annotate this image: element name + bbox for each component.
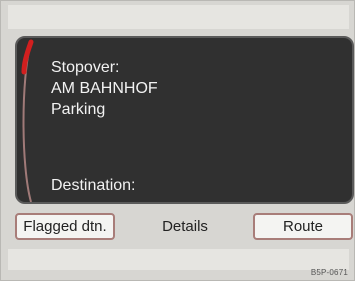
image-code: B5P-0671: [310, 268, 348, 277]
destination-info-panel: Stopover: AM BAHNHOF Parking Destination…: [15, 36, 354, 204]
stopover-type: Parking: [51, 101, 106, 118]
scroll-thumb: [21, 39, 34, 75]
scroll-indicator: [21, 39, 34, 202]
stopover-label: Stopover:: [51, 59, 120, 76]
details-button[interactable]: Details: [143, 213, 227, 240]
destination-label: Destination:: [51, 177, 136, 194]
flagged-destination-button[interactable]: Flagged dtn.: [15, 213, 115, 240]
bottom-status-bar: [8, 249, 349, 270]
route-button[interactable]: Route: [253, 213, 353, 240]
stopover-name: AM BAHNHOF: [51, 80, 158, 97]
display-frame: Stopover: AM BAHNHOF Parking Destination…: [0, 0, 355, 281]
top-status-bar: [8, 5, 349, 29]
scroll-track: [22, 41, 32, 202]
